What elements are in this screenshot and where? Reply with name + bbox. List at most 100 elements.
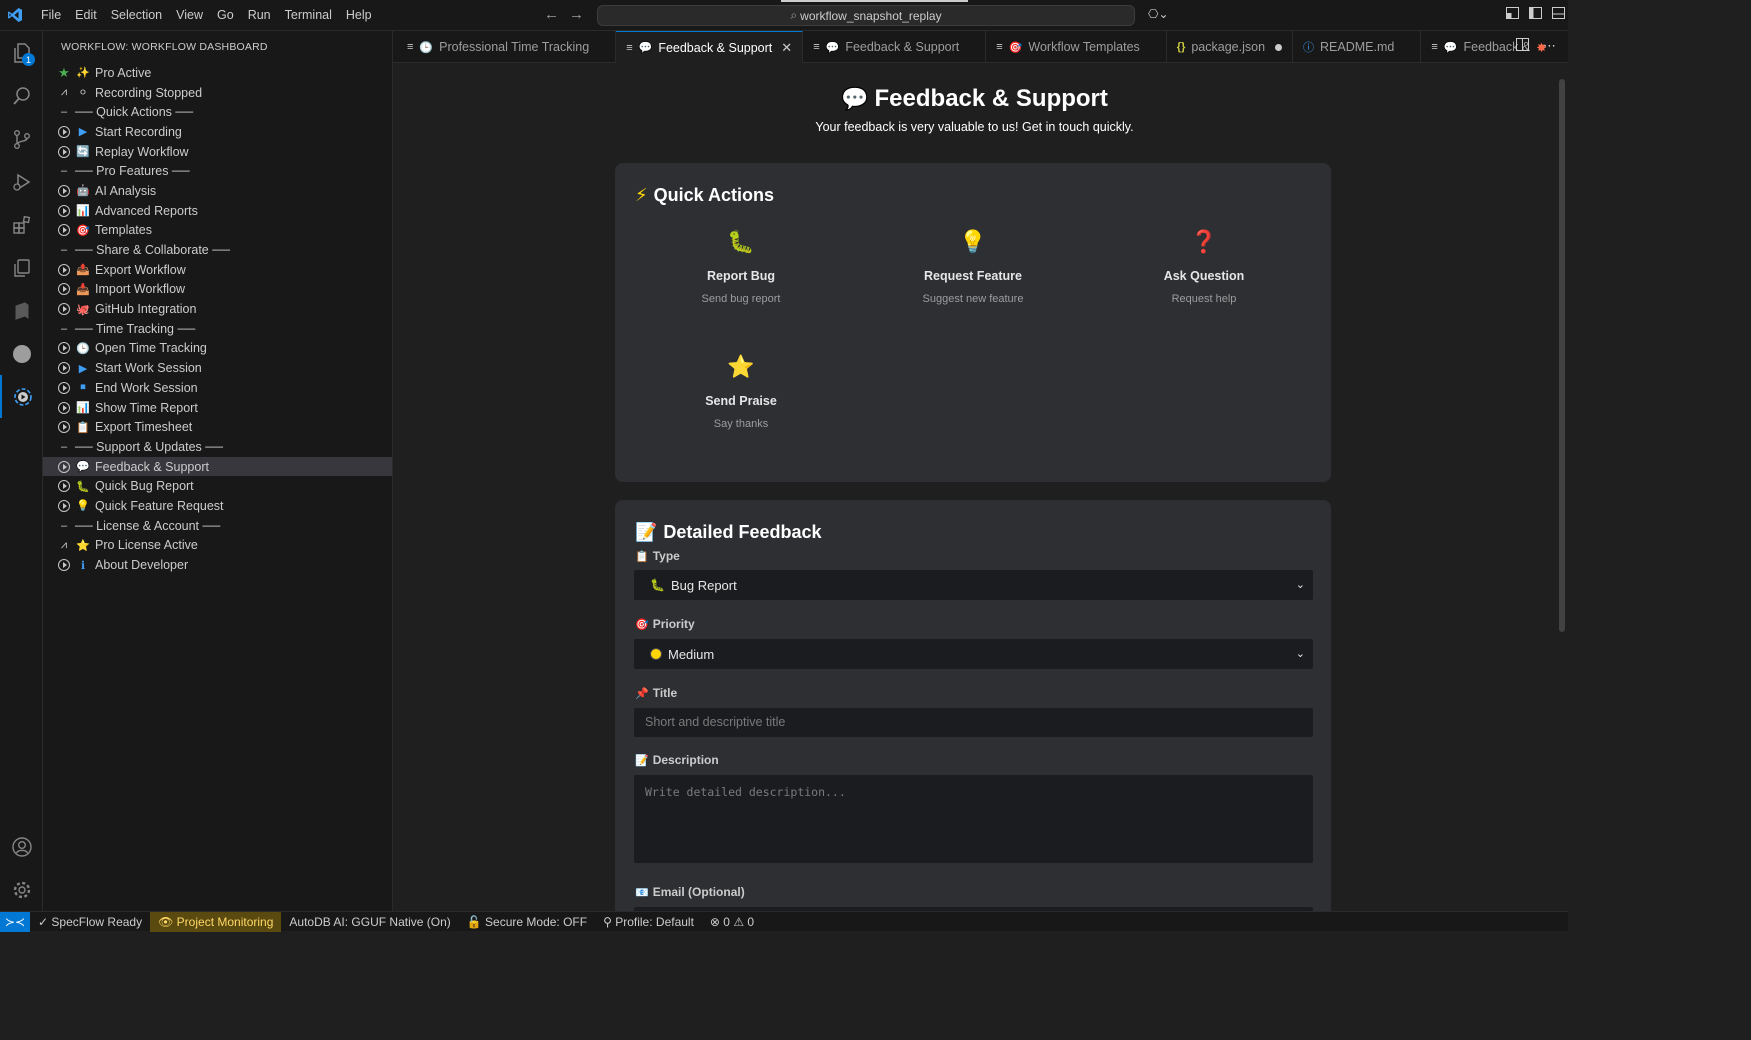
tree-item-templates[interactable]: 🎯 Templates <box>43 221 392 241</box>
speech-bubble-icon: 💬 <box>1443 41 1458 54</box>
tab-label: Professional Time Tracking <box>439 40 590 54</box>
tab-label: Feedback & Support <box>658 40 773 55</box>
item-emoji-icon: 📥 <box>76 283 90 296</box>
tree-item-recording-stopped[interactable]: ⩘ ⚪ Recording Stopped <box>43 83 392 103</box>
remote-indicator-icon[interactable]: ≻≺ <box>0 911 30 932</box>
editor-tab-bar: ≡ 🕒 Professional Time Tracking ≡ 💬 Feedb… <box>393 31 1568 63</box>
priority-select[interactable]: Medium ⌄ <box>634 639 1313 669</box>
toggle-panel-icon[interactable] <box>1506 7 1519 22</box>
title-input[interactable]: Short and descriptive title <box>634 708 1313 737</box>
tree-item-github-integration[interactable]: 🐙 GitHub Integration <box>43 299 392 319</box>
status-project-monitoring[interactable]: 👁 Project Monitoring <box>150 911 282 932</box>
description-textarea[interactable]: Write detailed description... <box>634 775 1313 863</box>
explorer-badge: 1 <box>22 53 35 66</box>
tab-feedback-support[interactable]: ≡ 💬 Feedback & Support <box>803 31 987 63</box>
report-bug-action[interactable]: 🐛 Report Bug Send bug report <box>641 227 841 305</box>
tree-item-end-work-session[interactable]: ⏹ End Work Session <box>43 378 392 398</box>
customize-layout-icon[interactable] <box>1552 7 1565 22</box>
book-icon[interactable] <box>0 289 43 332</box>
explorer-icon[interactable]: 1 <box>0 31 43 74</box>
menu-run[interactable]: Run <box>241 0 278 31</box>
command-center-search[interactable]: ⌕ workflow_snapshot_replay <box>597 5 1135 26</box>
tree-section-support-updates: – ── Support & Updates ── <box>43 437 392 457</box>
copy-pages-icon[interactable] <box>0 246 43 289</box>
tree-item-open-time-tracking[interactable]: 🕒 Open Time Tracking <box>43 339 392 359</box>
tree-item-advanced-reports[interactable]: 📊 Advanced Reports <box>43 201 392 221</box>
tree-item-pro-active[interactable]: ★ ✨ Pro Active <box>43 63 392 83</box>
action-title: Request Feature <box>924 269 1022 283</box>
action-title: Report Bug <box>706 269 776 283</box>
menu-help[interactable]: Help <box>339 0 379 31</box>
menu-edit[interactable]: Edit <box>68 0 104 31</box>
tab-package-json[interactable]: {} package.json <box>1167 31 1294 63</box>
tree-item-label: Import Workflow <box>95 282 186 297</box>
more-actions-icon[interactable]: ⋯ <box>1543 38 1556 54</box>
status-autodb[interactable]: AutoDB AI: GGUF Native (On) <box>281 912 458 932</box>
menu-bar: File Edit Selection View Go Run Terminal… <box>34 0 379 31</box>
settings-gear-icon[interactable] <box>0 868 43 911</box>
tree-item-start-work-session[interactable]: ▶ Start Work Session <box>43 358 392 378</box>
status-specflow[interactable]: ✓ SpecFlow Ready <box>30 912 150 932</box>
tree-item-export-timesheet[interactable]: 📋 Export Timesheet <box>43 417 392 437</box>
run-debug-icon[interactable] <box>0 160 43 203</box>
copilot-icon[interactable]: ⎔⌄ <box>1148 7 1169 21</box>
type-select[interactable]: 🐛 Bug Report ⌄ <box>634 570 1313 600</box>
status-problems[interactable]: ⊗ 0 ⚠ 0 <box>702 912 762 932</box>
back-arrow-icon[interactable]: ← <box>544 6 559 23</box>
split-editor-icon[interactable] <box>1516 38 1529 54</box>
item-emoji-icon: 🔄 <box>76 146 90 159</box>
toggle-sidebar-icon[interactable] <box>1529 7 1542 22</box>
menu-view[interactable]: View <box>169 0 210 31</box>
menu-file[interactable]: File <box>34 0 68 31</box>
tree-item-show-time-report[interactable]: 📊 Show Time Report <box>43 398 392 418</box>
tab-readme[interactable]: ⓘ README.md <box>1293 31 1422 63</box>
tree-item-import-workflow[interactable]: 📥 Import Workflow <box>43 280 392 300</box>
status-secure-mode[interactable]: 🔓 Secure Mode: OFF <box>459 912 595 932</box>
extensions-icon[interactable] <box>0 203 43 246</box>
tree-item-about-developer[interactable]: ℹ About Developer <box>43 555 392 575</box>
tree-item-feedback-support[interactable]: 💬 Feedback & Support <box>43 456 392 477</box>
ask-question-action[interactable]: ❓ Ask Question Request help <box>1104 227 1304 305</box>
tab-feedback-support-active[interactable]: ≡ 💬 Feedback & Support ✕ <box>616 31 804 63</box>
record-circle-icon[interactable] <box>0 332 43 375</box>
status-bar: ≻≺ ✓ SpecFlow Ready 👁 Project Monitoring… <box>0 911 1568 932</box>
tree-item-export-workflow[interactable]: 📤 Export Workflow <box>43 260 392 280</box>
status-profile[interactable]: ⚲ Profile: Default <box>595 912 702 932</box>
pulse-icon: ⩘ <box>60 538 68 551</box>
request-feature-action[interactable]: 💡 Request Feature Suggest new feature <box>873 227 1073 305</box>
menu-go[interactable]: Go <box>210 0 241 31</box>
play-circle-icon <box>53 342 75 355</box>
editor-scrollbar[interactable] <box>1554 63 1568 911</box>
tree-item-quick-feature-request[interactable]: 💡 Quick Feature Request <box>43 496 392 516</box>
source-control-icon[interactable] <box>0 117 43 160</box>
close-icon[interactable]: ✕ <box>781 40 792 56</box>
send-praise-action[interactable]: ⭐ Send Praise Say thanks <box>641 352 841 430</box>
menu-selection[interactable]: Selection <box>104 0 169 31</box>
account-icon[interactable] <box>0 825 43 868</box>
target-icon: 🎯 <box>635 619 649 631</box>
tree-item-label: Pro Active <box>95 65 152 80</box>
forward-arrow-icon[interactable]: → <box>569 6 584 23</box>
tree-item-label: Recording Stopped <box>95 85 203 100</box>
tree-item-label: About Developer <box>95 558 189 573</box>
tree-item-pro-license-active[interactable]: ⩘ ⭐ Pro License Active <box>43 536 392 556</box>
play-circle-icon <box>53 303 75 316</box>
tree-item-replay-workflow[interactable]: 🔄 Replay Workflow <box>43 142 392 162</box>
menu-terminal[interactable]: Terminal <box>278 0 339 31</box>
scrollbar-thumb[interactable] <box>1559 79 1565 632</box>
tree-item-label: Replay Workflow <box>95 144 189 159</box>
chevron-down-icon: ⌄ <box>1295 579 1305 591</box>
tree-item-ai-analysis[interactable]: 🤖 AI Analysis <box>43 181 392 201</box>
tab-workflow-templates[interactable]: ≡ 🎯 Workflow Templates <box>986 31 1167 63</box>
preview-lines-icon: ≡ <box>626 41 633 54</box>
tab-professional-time-tracking[interactable]: ≡ 🕒 Professional Time Tracking <box>393 31 617 63</box>
workflow-dashboard-sidebar: WORKFLOW: WORKFLOW DASHBOARD ★ ✨ Pro Activ… <box>43 31 393 911</box>
search-activity-icon[interactable] <box>0 74 43 117</box>
item-emoji-icon: ⏹ <box>80 381 86 394</box>
tree-item-label: Open Time Tracking <box>95 341 207 356</box>
item-emoji-icon: ▶ <box>78 126 88 139</box>
detailed-feedback-title: 📝 Detailed Feedback <box>635 522 821 543</box>
tree-item-quick-bug-report[interactable]: 🐛 Quick Bug Report <box>43 476 392 496</box>
workflow-play-icon[interactable] <box>0 375 43 418</box>
tree-item-start-recording[interactable]: ▶ Start Recording <box>43 122 392 142</box>
